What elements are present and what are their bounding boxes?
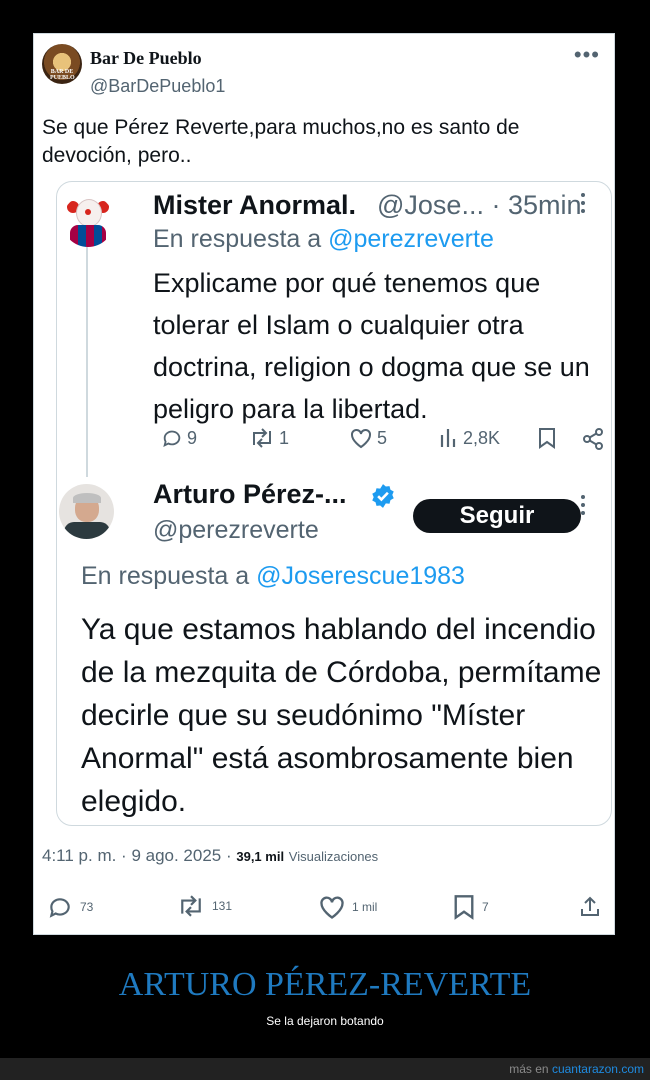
views-count: 39,1 mil <box>236 849 285 864</box>
reply-text: Explicame por qué tenemos que tolerar el… <box>153 268 590 424</box>
avatar-clown-shirt <box>70 225 106 247</box>
avatar-body <box>64 522 110 539</box>
retweet-button[interactable]: 1 <box>249 427 289 449</box>
like-button[interactable]: 5 <box>349 427 387 449</box>
response-text: Ya que estamos hablando del incendio de … <box>81 613 602 818</box>
heart-icon <box>351 428 371 449</box>
response-author-avatar[interactable] <box>59 484 114 539</box>
comment-icon <box>163 430 181 448</box>
like-button[interactable]: 1 mil <box>318 894 377 920</box>
reply-author-name[interactable]: Mister Anormal. <box>153 190 356 221</box>
tweet-text: Se que Pérez Reverte,para muchos,no es s… <box>42 116 520 167</box>
timestamp-text: 4:11 p. m. · 9 ago. 2025 · <box>42 846 237 865</box>
bookmark-icon <box>539 428 555 449</box>
tweet-timestamp[interactable]: 4:11 p. m. · 9 ago. 2025 · 39,1 mil Visu… <box>42 846 378 866</box>
upload-share-icon <box>581 896 599 916</box>
tweet-card: BAR DE PUEBLO Bar De Pueblo @BarDePueblo… <box>33 33 615 935</box>
retweet-count: 1 <box>279 427 290 448</box>
retweet-icon <box>181 895 201 917</box>
footer-bar: más en cuantarazon.com <box>0 1058 650 1080</box>
reply-author-avatar[interactable] <box>62 195 114 247</box>
views-button[interactable]: 2,8K <box>439 427 500 449</box>
avatar-clown-nose <box>85 209 91 215</box>
footer-prefix: más en <box>509 1062 552 1076</box>
retweet-button[interactable]: 131 <box>176 894 232 918</box>
more-vertical-icon[interactable] <box>581 495 585 519</box>
response-in-response-to: En respuesta a @Joserescue1983 <box>81 562 465 591</box>
reply-action-bar: 9 1 5 2,8K <box>153 427 611 459</box>
views-count: 2,8K <box>463 427 501 448</box>
views-label: Visualizaciones <box>288 849 379 864</box>
share-icon <box>583 428 603 450</box>
like-count: 5 <box>377 427 388 448</box>
comment-icon <box>49 898 70 918</box>
bookmark-button[interactable]: 7 <box>452 894 489 920</box>
reply-count: 9 <box>187 427 198 448</box>
reply-handle-time[interactable]: @Jose... · 35min <box>377 190 581 221</box>
in-reply-prefix: En respuesta a <box>81 562 257 590</box>
reply-button[interactable]: 9 <box>161 427 197 449</box>
bookmark-button[interactable] <box>537 427 557 449</box>
quoted-thread[interactable]: Mister Anormal. @Jose... · 35min En resp… <box>56 181 612 826</box>
bar-chart-icon <box>440 429 456 447</box>
reply-in-response-to: En respuesta a @perezreverte <box>153 225 494 254</box>
more-horizontal-icon[interactable]: ••• <box>574 42 600 68</box>
follow-button[interactable]: Seguir <box>413 499 581 533</box>
retweet-icon <box>253 428 271 448</box>
author-avatar[interactable]: BAR DE PUEBLO <box>42 44 82 84</box>
verified-badge-icon <box>372 484 394 508</box>
more-vertical-icon[interactable] <box>581 193 585 217</box>
mention-link[interactable]: @Joserescue1983 <box>256 562 465 590</box>
author-name[interactable]: Bar De Pueblo <box>90 48 202 69</box>
bookmark-icon <box>454 895 474 920</box>
share-button[interactable] <box>581 427 605 451</box>
avatar-logo-text: BAR DE PUEBLO <box>50 69 75 81</box>
author-handle[interactable]: @BarDePueblo1 <box>90 76 225 97</box>
mention-link[interactable]: @perezreverte <box>328 225 494 253</box>
retweet-count: 131 <box>212 899 233 913</box>
reply-count: 73 <box>80 900 94 914</box>
bookmark-count: 7 <box>482 900 489 914</box>
caption-title: ARTURO PÉREZ-REVERTE <box>118 966 532 1003</box>
response-author-handle[interactable]: @perezreverte <box>153 516 319 545</box>
footer-text: más en cuantarazon.com <box>509 1062 644 1076</box>
thread-connector <box>86 242 88 477</box>
tweet-action-bar: 73 131 1 mil 7 <box>42 894 608 926</box>
share-button[interactable] <box>578 894 602 920</box>
like-count: 1 mil <box>352 900 378 914</box>
response-author-name[interactable]: Arturo Pérez-... <box>153 479 347 510</box>
avatar-hair <box>73 493 101 503</box>
caption-subtitle: Se la dejaron botando <box>266 1014 384 1028</box>
site-link[interactable]: cuantarazon.com <box>552 1062 644 1076</box>
in-reply-prefix: En respuesta a <box>153 225 329 253</box>
reply-button[interactable]: 73 <box>46 894 93 920</box>
heart-icon <box>320 896 344 919</box>
